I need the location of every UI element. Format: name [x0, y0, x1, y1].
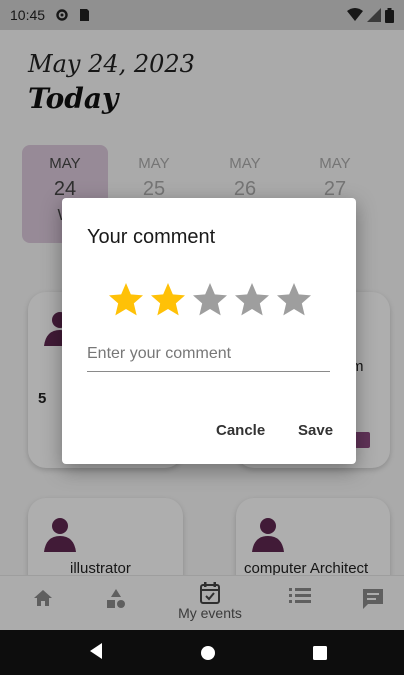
- star-rating: [106, 280, 314, 320]
- save-button[interactable]: Save: [294, 416, 337, 445]
- home-circle-icon[interactable]: [200, 645, 216, 661]
- star-empty-icon[interactable]: [274, 280, 314, 320]
- back-icon[interactable]: [88, 642, 104, 660]
- system-nav-bar: [0, 630, 404, 675]
- cancel-button[interactable]: Cancle: [212, 416, 269, 445]
- star-filled-icon[interactable]: [106, 280, 146, 320]
- comment-dialog: Your comment Cancle Save: [62, 198, 356, 464]
- star-empty-icon[interactable]: [190, 280, 230, 320]
- dialog-title: Your comment: [87, 226, 216, 248]
- star-filled-icon[interactable]: [148, 280, 188, 320]
- recents-icon[interactable]: [312, 645, 328, 661]
- comment-input[interactable]: [87, 328, 330, 372]
- star-empty-icon[interactable]: [232, 280, 272, 320]
